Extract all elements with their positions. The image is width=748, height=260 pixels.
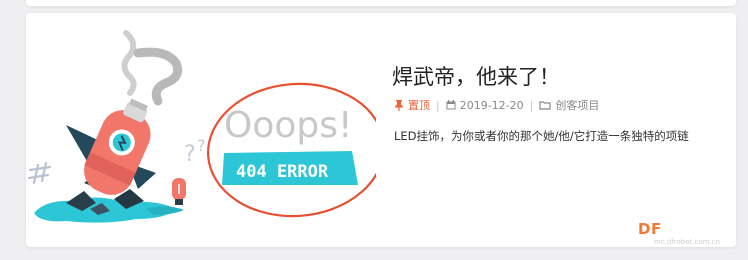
post-title[interactable]: 焊武帝，他来了！ [392,61,560,91]
svg-text:?: ? [184,142,196,167]
ooops-text: Ooops! [224,105,352,146]
post-date: 2019-12-20 [459,98,524,112]
post-excerpt: LED挂饰，为你或者你的那个她/他/它打造一条独特的项链 [394,129,689,143]
calendar-icon [446,100,456,110]
pinned-label: 置顶 [408,99,430,112]
post-category[interactable]: 创客项目 [555,97,599,113]
previous-post-card [26,0,736,6]
post-thumbnail[interactable]: ? ? Ooops! 404 ERROR [26,13,376,247]
404-illustration: ? ? Ooops! 404 ERROR [27,30,376,223]
post-card[interactable]: ? ? Ooops! 404 ERROR 焊武帝，他来了！ 置顶 | 2019- [26,13,736,247]
pin-icon [394,99,404,111]
svg-text:?: ? [197,136,206,155]
post-meta: 置顶 | 2019-12-20 | 创客项目 [394,97,599,113]
watermark-url: mc.dfrobot.com.cn [654,238,720,246]
pinned-badge: 置顶 [394,97,430,113]
watermark-logo: DF [638,220,662,238]
meta-separator: | [529,98,534,112]
error-banner-text: 404 ERROR [236,162,329,182]
folder-icon [539,100,551,110]
meta-separator: | [436,98,440,112]
